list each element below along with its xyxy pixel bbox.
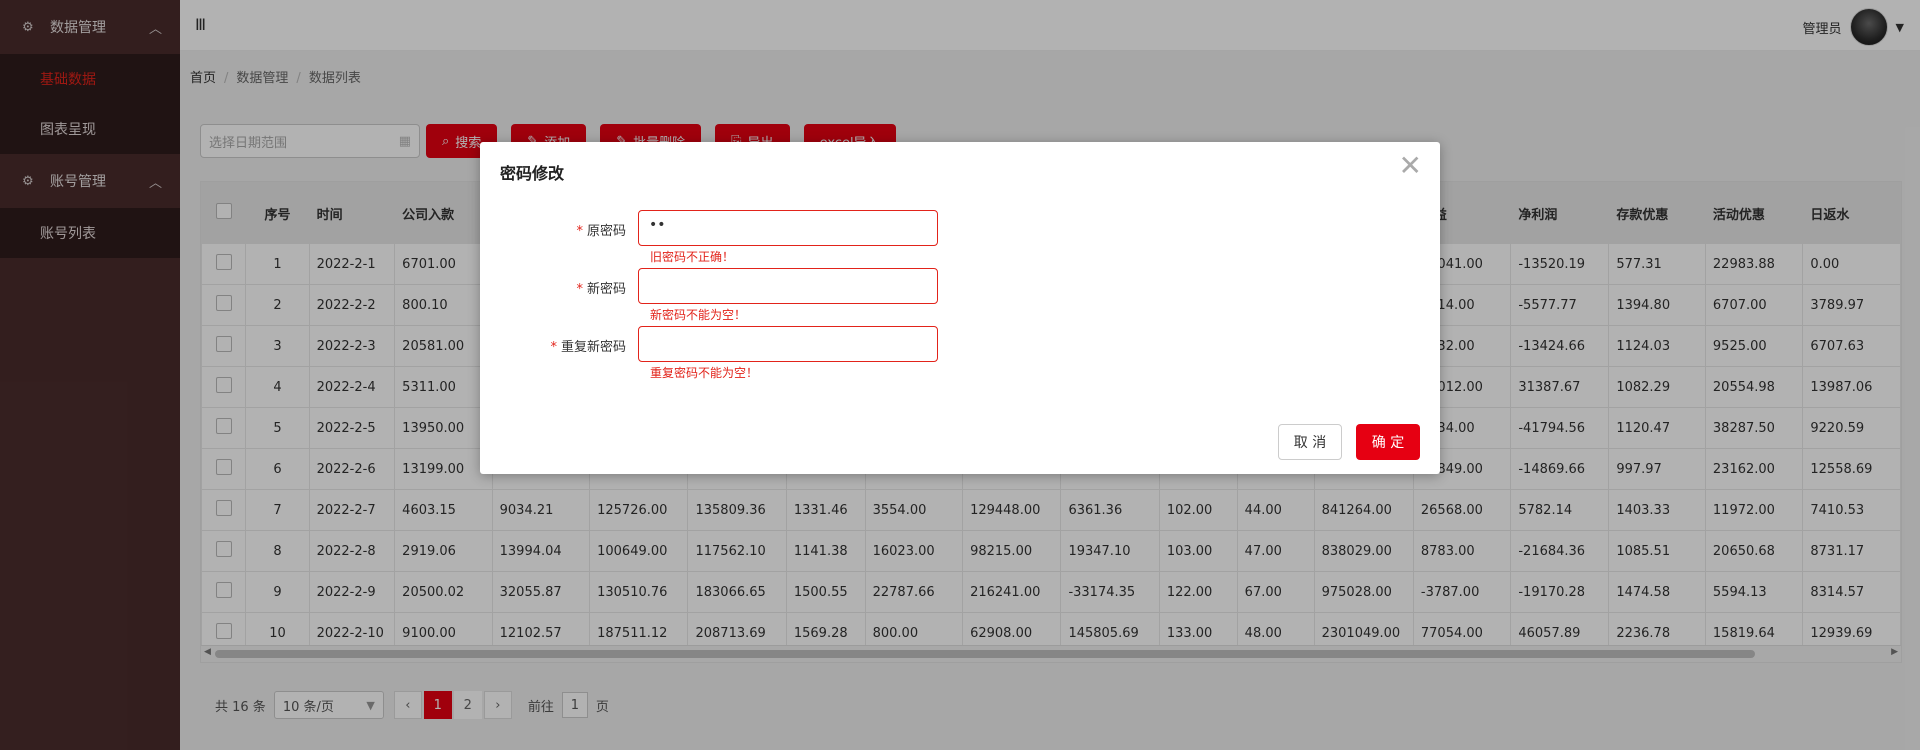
old-password-label: * 原密码 xyxy=(480,210,638,239)
old-password-error: 旧密码不正确！ xyxy=(650,250,735,264)
new-password-error: 新密码不能为空！ xyxy=(650,308,747,322)
repeat-password-label: * 重复新密码 xyxy=(480,326,638,355)
new-password-field[interactable] xyxy=(638,268,938,304)
change-password-dialog: 密码修改 ✕ * 原密码 •• 旧密码不正确！ * 新密码 新密码不能为空！ * 重复… xyxy=(480,142,1440,474)
old-password-field[interactable]: •• xyxy=(638,210,938,246)
repeat-password-row: * 重复新密码 xyxy=(480,326,938,362)
cancel-button[interactable]: 取 消 xyxy=(1278,424,1342,460)
new-password-label: * 新密码 xyxy=(480,268,638,297)
confirm-button[interactable]: 确 定 xyxy=(1356,424,1420,460)
repeat-password-field[interactable] xyxy=(638,326,938,362)
required-marker: * xyxy=(576,282,583,297)
required-marker: * xyxy=(576,224,583,239)
modal-overlay[interactable]: 密码修改 ✕ * 原密码 •• 旧密码不正确！ * 新密码 新密码不能为空！ * 重复… xyxy=(0,0,1920,750)
repeat-password-label-text: 重复新密码 xyxy=(560,340,626,355)
close-icon[interactable]: ✕ xyxy=(1399,152,1422,180)
required-marker: * xyxy=(550,340,557,355)
old-password-label-text: 原密码 xyxy=(586,224,626,239)
new-password-label-text: 新密码 xyxy=(586,282,626,297)
repeat-password-error: 重复密码不能为空！ xyxy=(650,366,759,380)
old-password-row: * 原密码 •• xyxy=(480,210,938,246)
dialog-title: 密码修改 xyxy=(500,164,565,183)
new-password-row: * 新密码 xyxy=(480,268,938,304)
